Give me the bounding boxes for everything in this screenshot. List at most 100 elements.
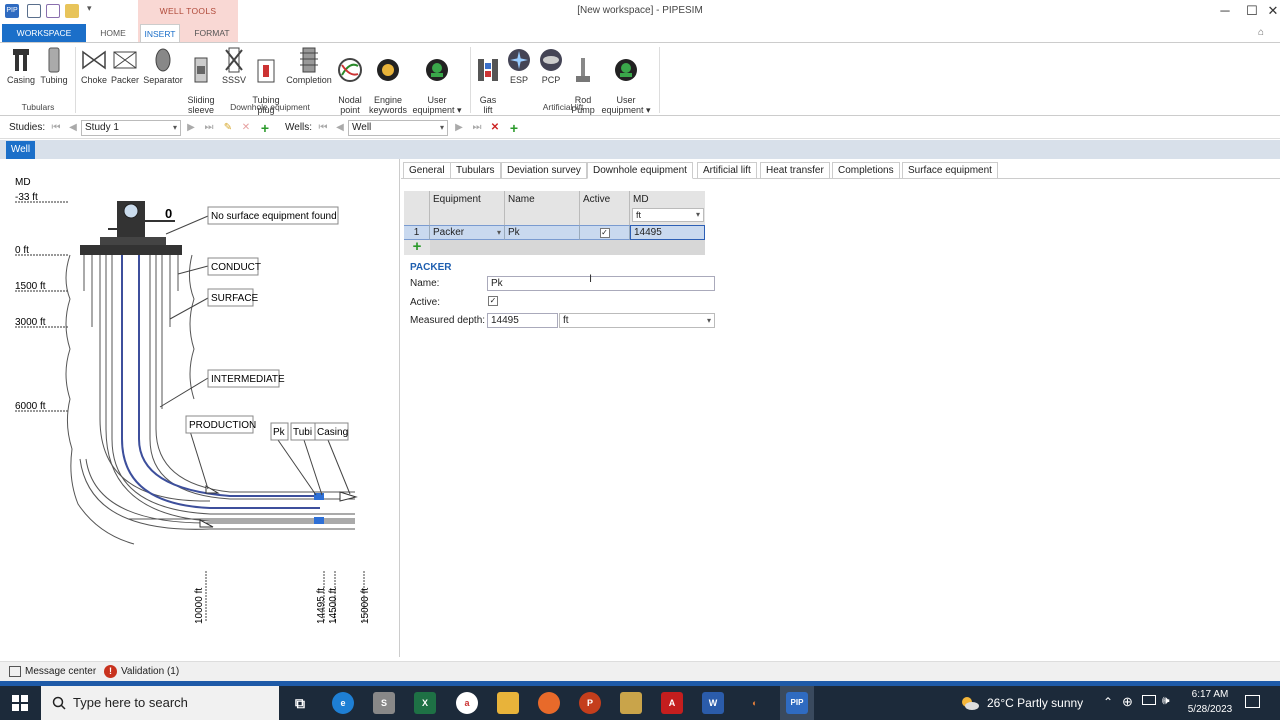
word-icon[interactable]: W	[702, 692, 724, 714]
pipesim-taskbar-button[interactable]: PIP	[780, 686, 814, 720]
user-equipment-button[interactable]: User equipment ▾	[410, 47, 464, 115]
edge-icon[interactable]: e	[332, 692, 354, 714]
firefox-icon[interactable]	[538, 692, 560, 714]
column-header-active[interactable]: Active	[580, 191, 630, 225]
study-select[interactable]: Study 1	[81, 120, 181, 136]
add-study-icon[interactable]: +	[258, 121, 272, 135]
first-study-icon[interactable]: ⏮	[49, 121, 63, 135]
task-view-icon[interactable]: ⧉	[289, 692, 311, 714]
clock-date[interactable]: 5/28/2023	[1184, 704, 1236, 715]
tab-general[interactable]: General	[403, 162, 451, 179]
choke-button[interactable]: Choke	[79, 47, 109, 85]
tab-completions[interactable]: Completions	[832, 162, 900, 179]
packer-label: Packer	[110, 75, 139, 85]
packer-name-input[interactable]: Pk	[487, 276, 715, 291]
tab-artificial-lift[interactable]: Artificial lift	[697, 162, 757, 179]
notifications-icon[interactable]	[1245, 695, 1260, 708]
tab-workspace[interactable]: WORKSPACE	[2, 24, 86, 43]
error-icon: !	[104, 665, 117, 678]
gas-lift-label: Gas lift	[479, 95, 497, 115]
cell-equipment[interactable]: Packer ▾	[430, 225, 505, 240]
esp-button[interactable]: ESP	[505, 47, 533, 85]
measured-depth-unit-select[interactable]: ft	[559, 313, 715, 328]
collapse-ribbon-icon[interactable]: ⌂	[1258, 27, 1264, 38]
active-checkbox[interactable]: ✓	[599, 228, 610, 238]
tubing-button[interactable]: Tubing	[38, 47, 70, 85]
well-select[interactable]: Well	[348, 120, 448, 136]
cell-name[interactable]: Pk	[505, 225, 580, 240]
tab-heat-transfer[interactable]: Heat transfer	[760, 162, 830, 179]
excel-icon[interactable]: X	[414, 692, 436, 714]
measured-depth-input[interactable]: 14495	[487, 313, 558, 328]
minimize-button[interactable]: ─	[1212, 3, 1238, 19]
taskbar-search-input[interactable]: Type here to search	[41, 686, 279, 720]
delete-study-icon[interactable]: ✕	[239, 121, 253, 135]
column-header-name[interactable]: Name	[505, 191, 580, 225]
windows-start-icon[interactable]	[12, 695, 28, 711]
separator-button[interactable]: Separator	[142, 47, 184, 85]
maximize-button[interactable]: ☐	[1239, 3, 1265, 19]
tab-downhole-equipment[interactable]: Downhole equipment	[587, 162, 693, 179]
close-button[interactable]: ✕	[1266, 3, 1280, 19]
battery-icon[interactable]	[1142, 695, 1156, 705]
show-hidden-icons-icon[interactable]: ⌃	[1103, 695, 1113, 709]
sql-app-icon[interactable]: S	[373, 692, 395, 714]
validation-button[interactable]: Validation (1)	[121, 666, 179, 677]
next-study-icon[interactable]: ▶	[184, 121, 198, 135]
tab-insert[interactable]: INSERT	[140, 24, 180, 43]
clock-time[interactable]: 6:17 AM	[1186, 689, 1234, 700]
last-study-icon[interactable]: ⏭	[202, 121, 216, 135]
well-properties-pane: General Tubulars Deviation survey Downho…	[401, 159, 1280, 657]
app-icon[interactable]: ◐	[744, 692, 766, 714]
archive-app-icon[interactable]	[620, 692, 642, 714]
gas-lift-button[interactable]: Gas lift	[474, 47, 502, 115]
edit-study-icon[interactable]: ✎	[221, 121, 235, 135]
pcp-label: PCP	[541, 75, 561, 85]
prev-study-icon[interactable]: ◀	[66, 121, 80, 135]
app-icon[interactable]: a	[456, 692, 478, 714]
md-unit-select[interactable]: ft	[632, 208, 704, 222]
tab-home[interactable]: HOME	[92, 24, 134, 43]
add-row-button[interactable]: +	[404, 239, 430, 255]
tab-tubulars[interactable]: Tubulars	[450, 162, 501, 179]
delete-well-icon[interactable]: ✕	[488, 121, 502, 135]
completion-button[interactable]: Completion	[284, 47, 334, 85]
add-well-icon[interactable]: +	[507, 121, 521, 135]
tab-surface-equipment[interactable]: Surface equipment	[902, 162, 998, 179]
depth-marker: -33 ft	[15, 192, 68, 203]
sssv-label: SSSV	[221, 75, 246, 85]
pcp-button[interactable]: PCP	[537, 47, 565, 85]
weather-text[interactable]: 26°C Partly sunny	[987, 696, 1083, 710]
message-center-button[interactable]: Message center	[25, 666, 96, 677]
sssv-button[interactable]: SSSV	[219, 47, 249, 85]
downhole-group-label: Downhole equipment	[230, 102, 310, 112]
tab-well[interactable]: Well	[6, 141, 35, 159]
windows-taskbar: Type here to search ⧉ e S X a P A W ◐ PI…	[0, 686, 1280, 720]
first-well-icon[interactable]: ⏮	[316, 121, 330, 135]
dropdown-arrow-icon[interactable]: ▾	[497, 228, 501, 238]
prev-well-icon[interactable]: ◀	[333, 121, 347, 135]
column-header-md[interactable]: MD ft	[630, 191, 705, 225]
ribbon-tabs: WORKSPACE HOME INSERT FORMAT ⌂	[0, 24, 1280, 43]
casing-button[interactable]: Casing	[4, 47, 38, 85]
column-header-equipment[interactable]: Equipment	[430, 191, 505, 225]
tab-deviation-survey[interactable]: Deviation survey	[501, 162, 587, 179]
bottom-depth-label: 15000 ft	[360, 588, 371, 624]
cell-md[interactable]: 14495	[630, 225, 705, 240]
tab-format[interactable]: FORMAT	[188, 24, 236, 43]
packer-button[interactable]: Packer	[110, 47, 140, 85]
engine-keywords-button[interactable]: Engine keywords	[366, 47, 410, 115]
cell-active[interactable]: ✓	[580, 225, 630, 240]
text-cursor-icon: I	[589, 273, 593, 285]
powerpoint-icon[interactable]: P	[579, 692, 601, 714]
next-well-icon[interactable]: ▶	[452, 121, 466, 135]
last-well-icon[interactable]: ⏭	[470, 121, 484, 135]
md-header-label: MD	[633, 194, 649, 205]
artificial-user-equipment-button[interactable]: User equipment ▾	[599, 47, 653, 115]
packer-active-checkbox[interactable]: ✓	[488, 296, 498, 306]
file-explorer-icon[interactable]	[497, 692, 519, 714]
search-icon	[52, 696, 66, 710]
acrobat-icon[interactable]: A	[661, 692, 683, 714]
language-icon[interactable]: ⊕	[1122, 694, 1133, 710]
volume-icon[interactable]: 🕪	[1162, 693, 1170, 708]
